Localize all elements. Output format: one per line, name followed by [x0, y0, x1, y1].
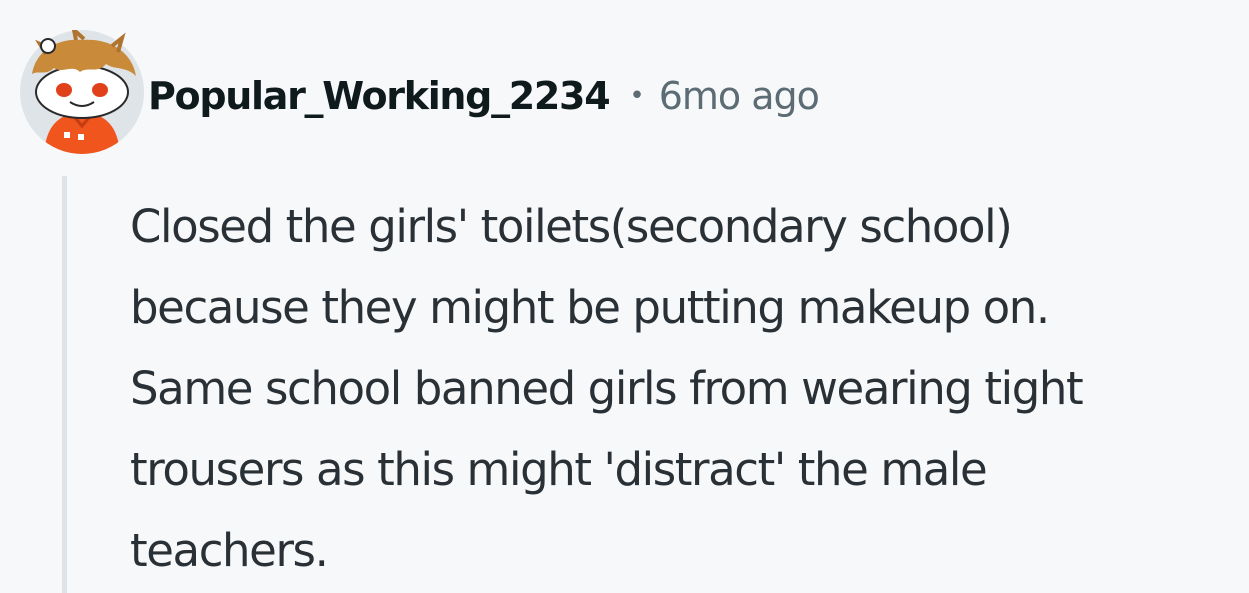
comment-timestamp[interactable]: 6mo ago	[659, 74, 820, 118]
comment-body-line: because they might be putting makeup on.	[130, 281, 1050, 334]
user-avatar[interactable]	[18, 24, 146, 154]
comment-body-line: trousers as this might 'distract' the ma…	[130, 443, 988, 496]
author-username[interactable]: Popular_Working_2234	[148, 74, 611, 118]
comment-body-line: Closed the girls' toilets(secondary scho…	[130, 200, 1013, 253]
comment-body: Closed the girls' toilets(secondary scho…	[130, 186, 1249, 591]
comment-body-line: teachers.	[130, 524, 329, 577]
comment-header: Popular_Working_2234 • 6mo ago	[148, 66, 820, 126]
meta-separator: •	[629, 81, 645, 111]
comment: Popular_Working_2234 • 6mo ago Closed th…	[0, 0, 1249, 593]
snoo-avatar-icon	[20, 24, 144, 154]
comment-body-line: Same school banned girls from wearing ti…	[130, 362, 1084, 415]
thread-line[interactable]	[62, 176, 67, 593]
